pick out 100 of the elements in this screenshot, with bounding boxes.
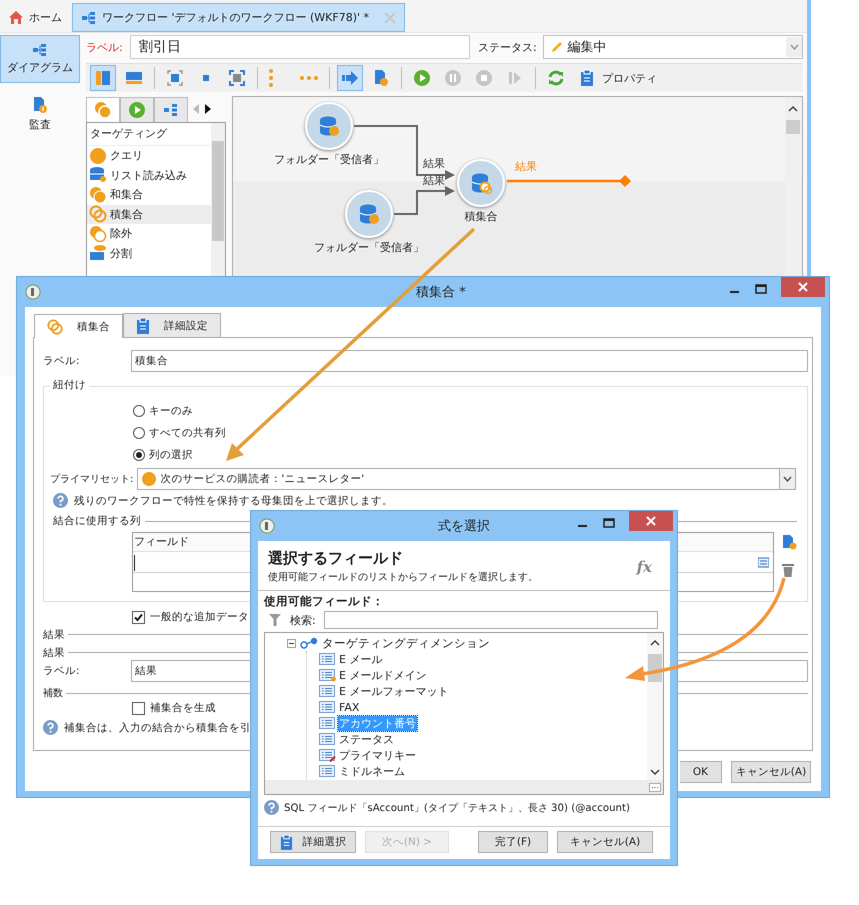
toolbar-button[interactable]: プロパティ: [574, 65, 661, 91]
connector-label: 結果: [423, 173, 445, 188]
stop-icon: [475, 69, 493, 87]
diagram-icon: [162, 102, 180, 116]
list-icon[interactable]: [758, 557, 769, 568]
list-icon: [319, 652, 337, 666]
group-title: 紐付け: [50, 378, 89, 392]
field-label: ラベル:: [43, 354, 81, 368]
checkbox[interactable]: [132, 702, 145, 714]
section-title: 結果: [43, 628, 65, 642]
connector-label: 結果: [515, 159, 537, 174]
workflow-node[interactable]: [457, 159, 505, 207]
scroll-down-icon[interactable]: [650, 769, 660, 776]
radio-button[interactable]: [133, 404, 145, 416]
dialog-tab[interactable]: 詳細設定: [123, 313, 221, 337]
tree-item[interactable]: ターゲティングディメンション: [322, 636, 490, 650]
dialog-tab[interactable]: 積集合: [34, 314, 123, 338]
tree-item[interactable]: ステータス: [338, 732, 395, 746]
scroll-thumb[interactable]: [212, 141, 224, 241]
radio-button[interactable]: [133, 426, 145, 438]
primary-set-dropdown[interactable]: 次のサービスの購読者：'ニュースレター': [137, 468, 796, 490]
scroll-up-icon[interactable]: [650, 639, 660, 646]
add-icon[interactable]: [781, 534, 797, 550]
refresh-icon: [547, 69, 565, 87]
window-tab[interactable]: ワークフロー 'デフォルトのワークフロー (WKF78)' *: [72, 3, 406, 32]
vertical-dots-icon: [269, 69, 273, 87]
tree-item[interactable]: E メール: [338, 652, 384, 666]
scroll-right-icon[interactable]: [204, 103, 212, 115]
clipboard-icon: [136, 318, 150, 334]
palette-tab[interactable]: [154, 96, 188, 122]
help-icon: [53, 493, 68, 508]
activity-item[interactable]: リスト読み込み: [87, 166, 211, 185]
toolbar-button[interactable]: [337, 65, 363, 91]
radio-option[interactable]: 列の選択: [133, 446, 193, 463]
palette-tab[interactable]: [120, 96, 154, 122]
status-dropdown[interactable]: 編集中: [542, 35, 803, 59]
close-icon: [646, 516, 656, 526]
window-tab[interactable]: ホーム: [2, 3, 68, 32]
close-button[interactable]: [629, 511, 673, 531]
bottom-panel-icon: [125, 69, 143, 87]
search-field[interactable]: [324, 611, 658, 629]
activity-item[interactable]: 積集合: [87, 204, 211, 224]
help-text: SQL フィールド「sAccount」(タイプ「テキスト」、長さ 30) (@account): [284, 802, 630, 814]
radio-button[interactable]: [133, 448, 145, 460]
tree-item[interactable]: E メールフォーマット: [338, 684, 450, 698]
tree-item[interactable]: FAX: [338, 700, 360, 714]
app-icon: [259, 518, 275, 534]
scrollbar[interactable]: [647, 633, 663, 780]
radio-option[interactable]: キーのみ: [133, 402, 193, 419]
house-icon: [8, 10, 24, 25]
circles-icon: [47, 318, 63, 334]
trash-icon[interactable]: [781, 562, 795, 578]
help-icon: [43, 720, 58, 735]
circles-icon: [89, 186, 107, 204]
frame-icon: [228, 69, 246, 87]
maximize-icon[interactable]: [603, 517, 615, 529]
help-text: 補集合は、入力の結合から積集合を引: [64, 720, 251, 734]
database-icon: [470, 172, 492, 194]
toolbar-button[interactable]: [90, 65, 116, 91]
workflow-node[interactable]: [305, 102, 353, 150]
dialog-button[interactable]: 詳細選択: [270, 831, 356, 853]
field-label: ステータス:: [478, 40, 537, 54]
circles-icon: [89, 224, 107, 243]
collapse-icon[interactable]: [287, 638, 296, 648]
activity-item[interactable]: 分割: [87, 244, 211, 263]
activity-item[interactable]: クエリ: [87, 146, 211, 166]
radio-option[interactable]: すべての共有列: [133, 424, 226, 441]
window-title: 式を選択: [438, 518, 490, 535]
label-input[interactable]: 積集合: [131, 350, 808, 372]
maximize-icon[interactable]: [755, 283, 767, 295]
palette-tab[interactable]: [86, 96, 120, 122]
checkbox[interactable]: [132, 610, 145, 624]
dialog-button[interactable]: 完了(F): [478, 831, 548, 853]
sidebar-item[interactable]: 監査: [0, 91, 80, 137]
filter-icon: [268, 613, 282, 627]
scroll-thumb[interactable]: [786, 120, 800, 134]
circle-icon: [142, 472, 156, 486]
more-icon[interactable]: [649, 782, 661, 792]
activity-item[interactable]: 除外: [87, 224, 211, 244]
activity-item[interactable]: 和集合: [87, 185, 211, 204]
connector-label: 結果: [423, 156, 445, 171]
tree-item[interactable]: E メールドメイン: [338, 668, 428, 682]
tree-item[interactable]: プライマリキー: [338, 748, 417, 762]
tree-item[interactable]: ミドルネーム: [338, 764, 406, 778]
pencil-icon: [550, 40, 564, 54]
dialog-button[interactable]: キャンセル(A): [731, 761, 811, 783]
sidebar-item[interactable]: ダイアグラム: [0, 35, 80, 83]
close-button[interactable]: [781, 277, 825, 297]
list-icon: [319, 764, 337, 778]
node-label: 積集合: [464, 209, 498, 224]
label-input[interactable]: 割引日: [130, 35, 470, 59]
section-title: 使用可能フィールド：: [264, 594, 385, 609]
dialog-button[interactable]: OK: [680, 761, 722, 783]
checkbox-label: 補集合を生成: [150, 701, 216, 715]
app-icon: [25, 284, 41, 300]
scroll-up-icon[interactable]: [788, 105, 798, 112]
dialog-button[interactable]: キャンセル(A): [557, 831, 653, 853]
document-icon: [32, 96, 48, 114]
link-icon: [300, 637, 318, 649]
section-title: 結果: [43, 646, 65, 660]
